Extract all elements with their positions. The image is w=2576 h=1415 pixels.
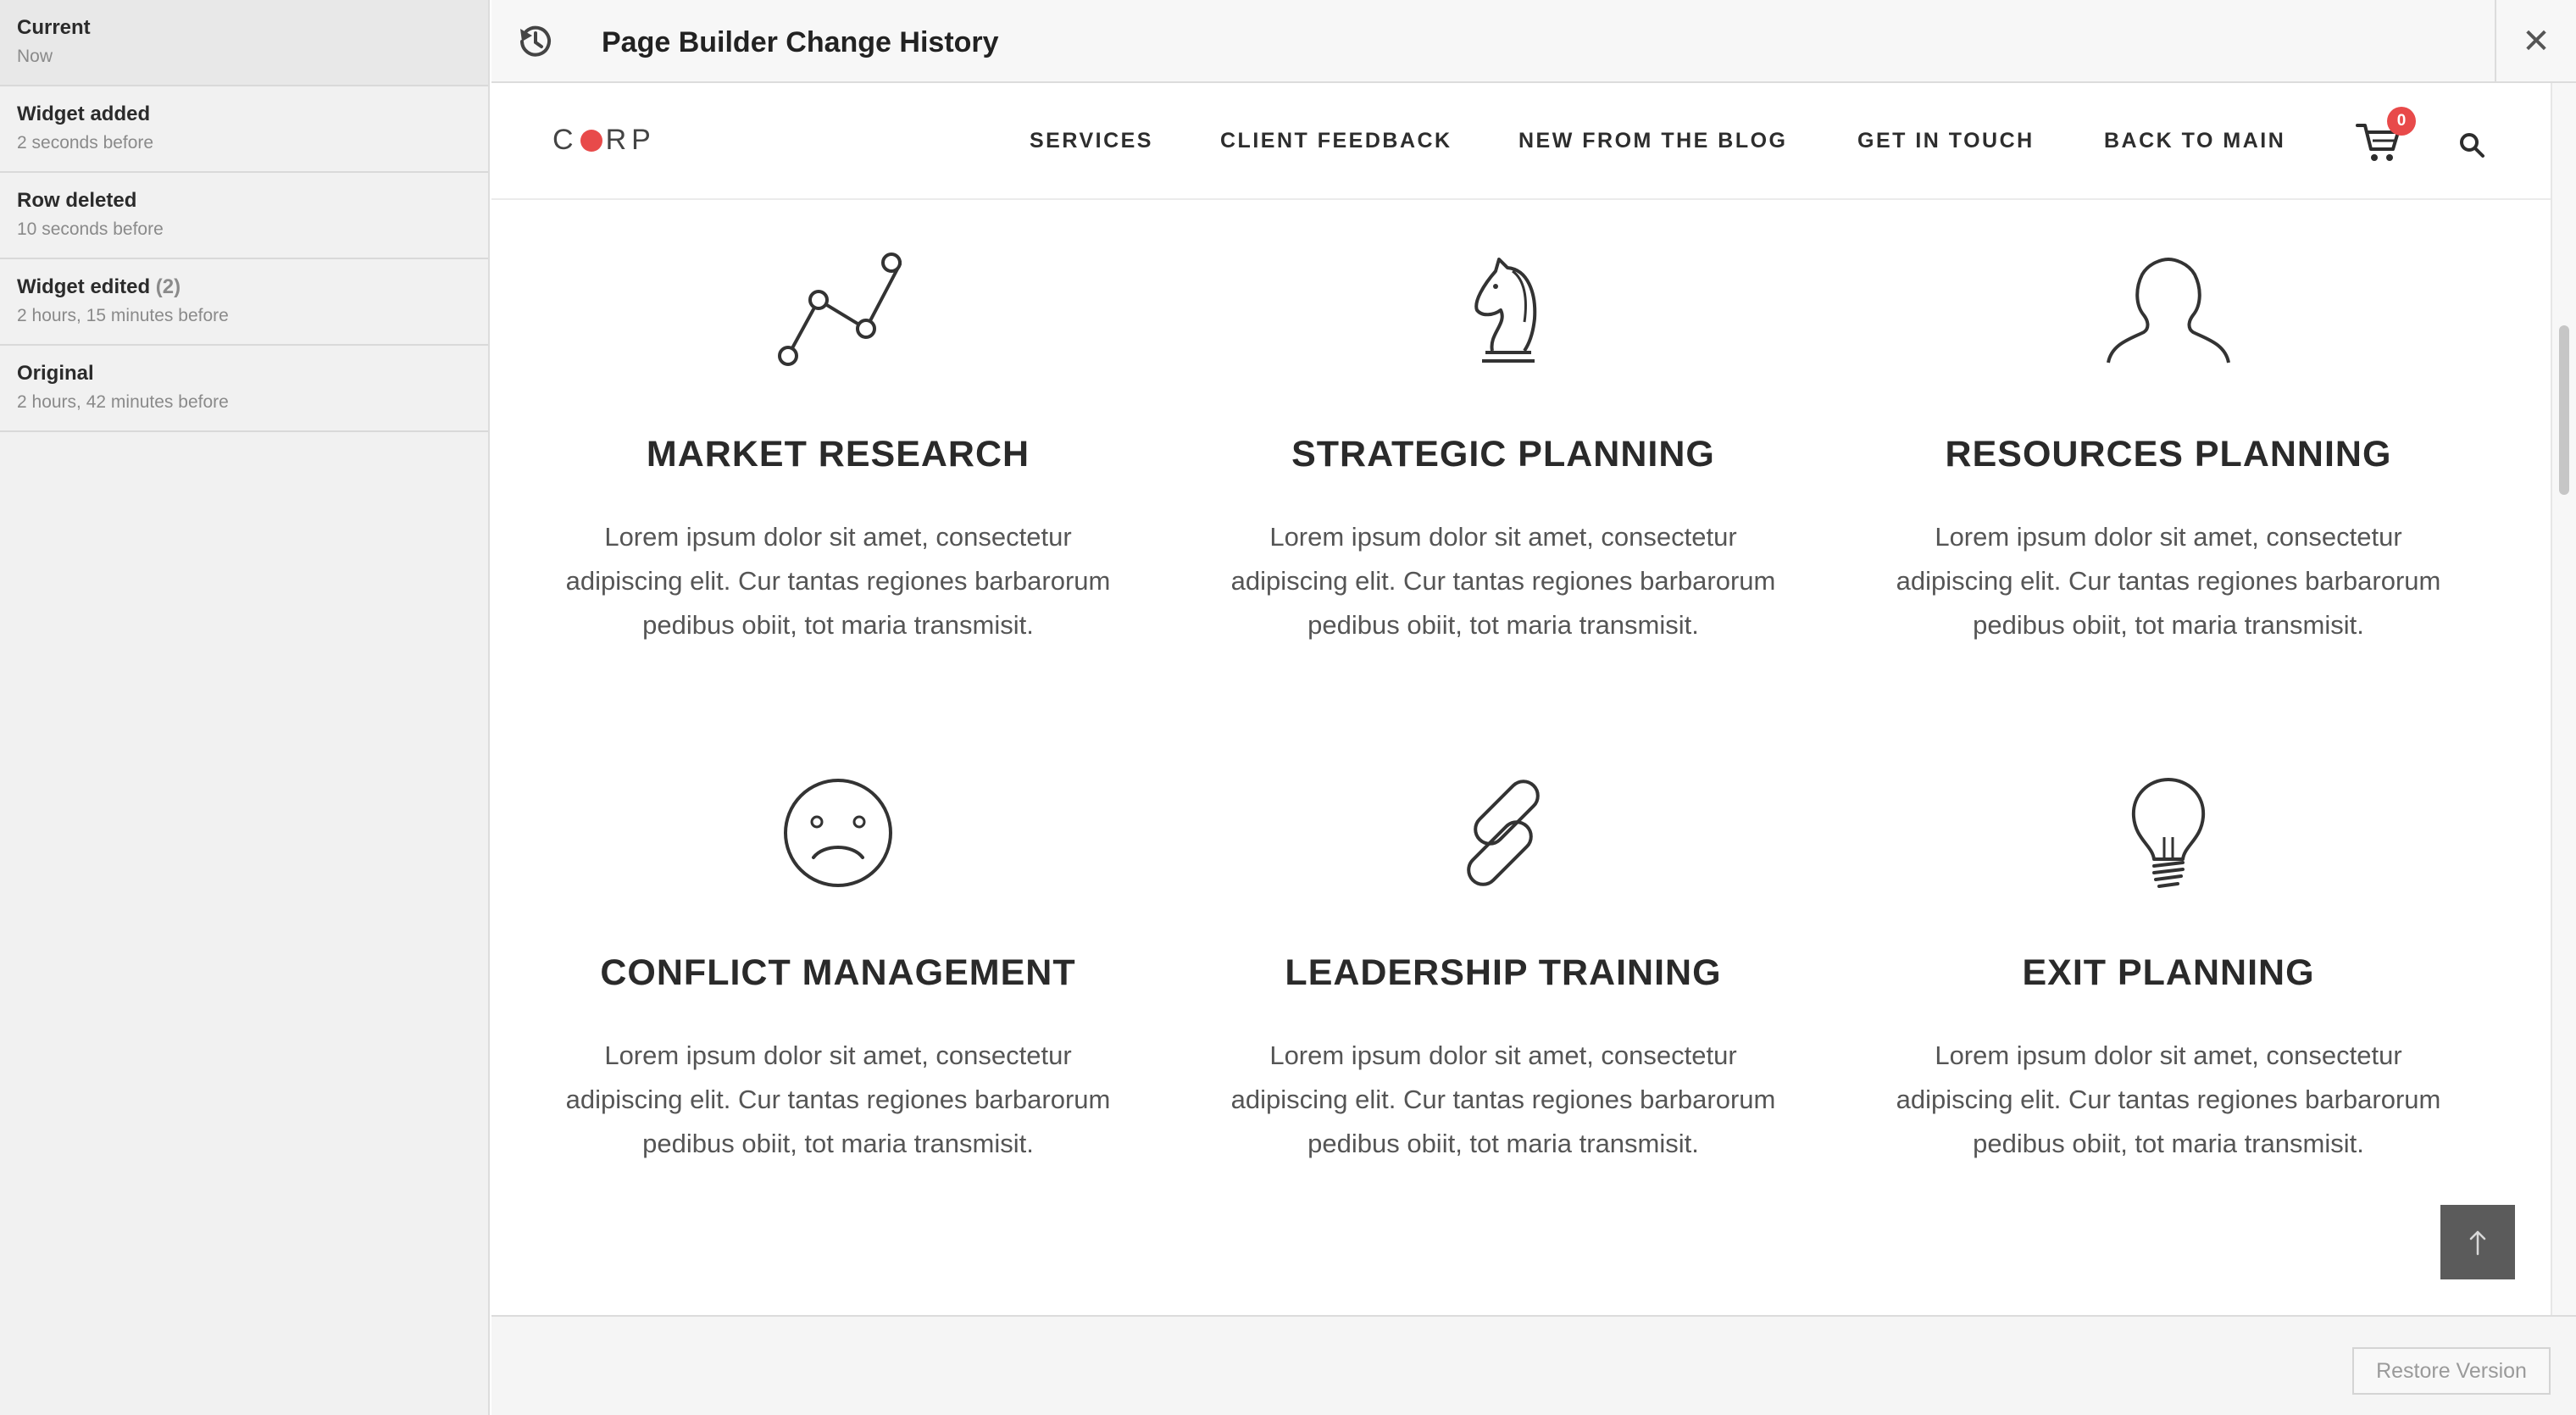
card-title: CONFLICT MANAGEMENT [600,952,1076,993]
history-sidebar: Current Now Widget added 2 seconds befor… [0,0,490,1415]
history-item-title-wrap: Widget edited (2) [17,275,471,300]
modal-footer: Restore Version [491,1315,2576,1415]
back-to-top-button[interactable] [2440,1205,2515,1279]
logo-dot-icon [580,129,602,152]
card-title: STRATEGIC PLANNING [1291,434,1715,474]
nav-item-services[interactable]: SERVICES [1030,127,1153,154]
nav-item-client-feedback[interactable]: CLIENT FEEDBACK [1220,127,1452,154]
history-item-title: Original [17,362,94,385]
history-item-time: 2 hours, 15 minutes before [17,306,229,325]
card-description: Lorem ipsum dolor sit amet, consectetur … [565,522,1111,640]
history-item-title: Row deleted [17,189,137,212]
preview-scrollbar[interactable] [2551,83,2576,1315]
restore-version-button[interactable]: Restore Version [2352,1347,2551,1395]
scrollbar-thumb[interactable] [2559,325,2569,495]
card-description: Lorem ipsum dolor sit amet, consectetur … [1896,522,2441,640]
line-chart-icon [778,252,902,366]
logo-text-right: RP [605,124,656,156]
history-item-widget-added[interactable]: Widget added 2 seconds before [0,86,488,173]
service-card: RESOURCES PLANNING Lorem ipsum dolor sit… [1863,251,2473,647]
arrow-up-icon [2469,1230,2486,1256]
site-navigation: C RP SERVICES CLIENT FEEDBACK NEW FROM TH… [491,83,2551,200]
close-button[interactable]: ✕ [2495,0,2576,83]
history-item-widget-edited[interactable]: Widget edited (2) 2 hours, 15 minutes be… [0,259,488,346]
service-card: LEADERSHIP TRAINING Lorem ipsum dolor si… [1198,769,1808,1166]
nav-item-back-to-main[interactable]: BACK TO MAIN [2104,127,2285,154]
card-description: Lorem ipsum dolor sit amet, consectetur … [565,1040,1111,1158]
site-logo[interactable]: C RP [552,124,656,157]
history-icon [520,25,551,57]
preview-frame: C RP SERVICES CLIENT FEEDBACK NEW FROM TH… [491,83,2551,1315]
history-item-time: Now [17,47,53,66]
service-card: MARKET RESEARCH Lorem ipsum dolor sit am… [533,251,1143,647]
service-card: EXIT PLANNING Lorem ipsum dolor sit amet… [1863,769,2473,1166]
history-item-time: 2 seconds before [17,133,154,153]
service-card: STRATEGIC PLANNING Lorem ipsum dolor sit… [1198,251,1808,647]
card-description: Lorem ipsum dolor sit amet, consectetur … [1896,1040,2441,1158]
service-card: CONFLICT MANAGEMENT Lorem ipsum dolor si… [533,769,1143,1166]
card-title: LEADERSHIP TRAINING [1285,952,1722,993]
user-silhouette-icon [2107,258,2230,363]
history-item-original[interactable]: Original 2 hours, 42 minutes before [0,346,488,432]
card-description: Lorem ipsum dolor sit amet, consectetur … [1230,522,1776,640]
card-description: Lorem ipsum dolor sit amet, consectetur … [1230,1040,1776,1158]
nav-item-get-in-touch[interactable]: GET IN TOUCH [1857,127,2035,154]
card-title: EXIT PLANNING [2022,952,2315,993]
modal-header: Page Builder Change History ✕ [491,0,2576,83]
chess-knight-icon [1474,258,1537,363]
search-icon[interactable] [2457,130,2486,159]
history-item-current[interactable]: Current Now [0,0,488,86]
page-title: Page Builder Change History [602,26,999,58]
card-title: MARKET RESEARCH [646,434,1030,474]
card-title: RESOURCES PLANNING [1945,434,2392,474]
history-item-title: Widget added [17,103,151,125]
cart-count-badge: 0 [2387,107,2416,136]
history-item-time: 10 seconds before [17,219,164,239]
nav-item-blog[interactable]: NEW FROM THE BLOG [1518,127,1787,154]
history-item-count: (2) [155,275,181,298]
logo-text-left: C [552,124,579,156]
history-item-time: 2 hours, 42 minutes before [17,392,229,412]
history-item-row-deleted[interactable]: Row deleted 10 seconds before [0,173,488,259]
history-item-title: Current [17,16,91,39]
light-bulb-icon [2131,778,2206,888]
history-item-title: Widget edited [17,275,151,298]
close-icon: ✕ [2522,23,2551,60]
chain-link-icon [1467,780,1540,886]
sad-face-icon [784,779,892,887]
